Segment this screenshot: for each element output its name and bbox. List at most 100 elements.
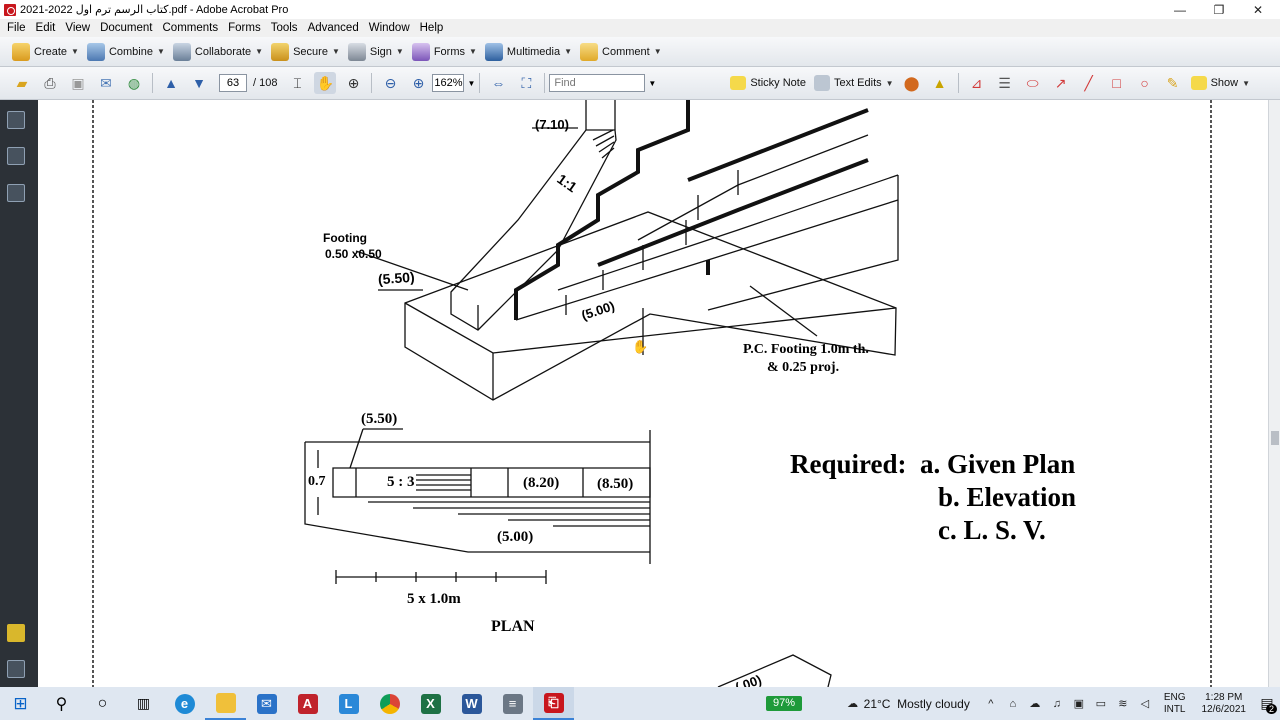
zoom-in-icon[interactable]: ⊕ [407,72,429,94]
excel-button[interactable]: X [410,687,451,720]
menu-comments[interactable]: Comments [158,22,224,34]
collaborate-button[interactable]: Collaborate ▼ [169,40,267,64]
edge-button[interactable]: e [164,687,205,720]
clock[interactable]: 1:28 PM 12/6/2021 [1202,692,1247,716]
menu-file[interactable]: File [2,22,31,34]
highlight-icon[interactable]: ▲ [929,72,951,94]
menu-help[interactable]: Help [415,22,449,34]
plan-850-label: (8.50) [597,476,634,492]
maximize-button[interactable]: ❐ [1199,0,1239,19]
attachments-icon[interactable] [7,660,25,678]
chevron-down-icon[interactable]: ▼ [648,79,656,88]
arrow-tool-icon[interactable]: ↗ [1050,72,1072,94]
wall-end [707,175,899,311]
sticky-note-button[interactable]: Sticky Note [726,71,810,95]
close-button[interactable]: ✕ [1238,0,1278,19]
multimedia-button[interactable]: Multimedia ▼ [481,40,576,64]
page-number-input[interactable]: 63 [219,74,247,92]
menu-window[interactable]: Window [364,22,415,34]
oval-tool-icon[interactable]: ○ [1134,72,1156,94]
camera-icon[interactable]: ▣ [1072,697,1086,711]
network-app-button[interactable]: ≡ [492,687,533,720]
callout-icon[interactable]: ⊿ [966,72,988,94]
stamp-icon[interactable]: ⬤ [901,72,923,94]
dim-550-iso-label: (5.50) [377,268,416,288]
combine-button[interactable]: Combine ▼ [83,40,169,64]
marquee-zoom-icon[interactable]: ⊕ [342,72,364,94]
chrome-button[interactable] [369,687,410,720]
language-indicator[interactable]: ENG INTL [1164,692,1186,716]
word-button[interactable]: W [451,687,492,720]
select-cursor-icon[interactable]: ⌶ [286,72,308,94]
search-button[interactable]: ⚲ [41,687,82,720]
email-icon[interactable]: ✉ [95,72,117,94]
zoom-level-field[interactable]: 162% [432,74,465,92]
signatures-icon[interactable] [7,184,25,202]
document-view[interactable]: (7.10) 1:1 Footing 0.50 x0.50 (5.50) (5.… [38,100,1268,687]
chevron-down-icon: ▼ [156,47,165,56]
find-input[interactable]: Find [549,74,646,92]
notification-center-button[interactable]: ▤ 2 [1254,687,1280,720]
menu-forms[interactable]: Forms [223,22,266,34]
pencil-icon[interactable]: ✎ [1162,72,1184,94]
wifi-icon[interactable]: ≋ [1116,697,1130,711]
combine-icon [86,42,105,61]
volume-icon[interactable]: ◁ [1138,697,1152,711]
menu-advanced[interactable]: Advanced [303,22,364,34]
fit-page-icon[interactable]: ⛶ [515,72,537,94]
comments-panel-icon[interactable] [7,624,25,642]
microphone-icon[interactable]: ♫ [1050,697,1064,711]
plan-07-label: 0.7 [308,474,326,489]
chevron-down-icon[interactable]: ▼ [467,79,475,88]
show-button[interactable]: Show ▼ [1187,71,1254,95]
rectangle-tool-icon[interactable]: □ [1106,72,1128,94]
battery-level-badge[interactable]: 97% [766,696,802,711]
battery-icon[interactable]: ▭ [1094,697,1108,711]
file-explorer-button[interactable] [205,687,246,720]
zoom-out-icon[interactable]: ⊖ [379,72,401,94]
line-tool-icon[interactable]: ╱ [1078,72,1100,94]
cloud-icon[interactable]: ⬭ [1022,72,1044,94]
print-icon[interactable]: ⎙ [39,72,61,94]
usb-icon[interactable]: ⌂ [1006,697,1020,711]
plan-ratio-hatch [416,474,471,491]
scrollbar-thumb[interactable] [1271,431,1279,445]
autocad-button[interactable]: A [287,687,328,720]
acrobat-taskbar-button[interactable]: ⎗ [533,687,574,720]
weather-text[interactable]: 21°C Mostly cloudy [864,697,970,711]
save-icon[interactable]: ▣ [67,72,89,94]
plan-step-lines [368,501,650,527]
vertical-scrollbar[interactable] [1268,100,1280,687]
comment-button[interactable]: Comment ▼ [576,40,666,64]
lync-button[interactable]: L [328,687,369,720]
mail-button[interactable]: ✉ [246,687,287,720]
fit-width-icon[interactable]: ⇔ [487,72,509,94]
menu-edit[interactable]: Edit [31,22,61,34]
hand-tool-icon[interactable]: ✋ [314,72,337,94]
menu-tools[interactable]: Tools [266,22,303,34]
notification-count: 2 [1265,704,1277,714]
plan-820-label: (8.20) [523,475,560,491]
cloud-icon[interactable]: ☁ [1028,697,1042,711]
sign-button[interactable]: Sign ▼ [344,40,408,64]
arrow-down-icon[interactable]: ▼ [188,72,210,94]
textbox-icon[interactable]: ☰ [994,72,1016,94]
task-view-button[interactable]: ▥ [123,687,164,720]
open-folder-icon[interactable]: ▰ [11,72,33,94]
secure-button[interactable]: Secure ▼ [267,40,344,64]
globe-icon[interactable]: ◍ [123,72,145,94]
text-edits-button[interactable]: Text Edits ▼ [810,71,898,95]
start-button[interactable]: ⊞ [0,687,41,720]
cortana-button[interactable]: ○ [82,687,123,720]
chrome-icon [379,693,400,714]
minimize-button[interactable]: — [1160,0,1200,19]
multimedia-icon [484,42,503,61]
menu-view[interactable]: View [60,22,95,34]
pages-icon[interactable] [7,111,25,129]
menu-document[interactable]: Document [95,22,157,34]
bookmarks-icon[interactable] [7,147,25,165]
chevron-up-icon[interactable]: ^ [984,697,998,711]
create-button[interactable]: Create ▼ [8,40,83,64]
arrow-up-icon[interactable]: ▲ [160,72,182,94]
forms-button[interactable]: Forms ▼ [408,40,481,64]
